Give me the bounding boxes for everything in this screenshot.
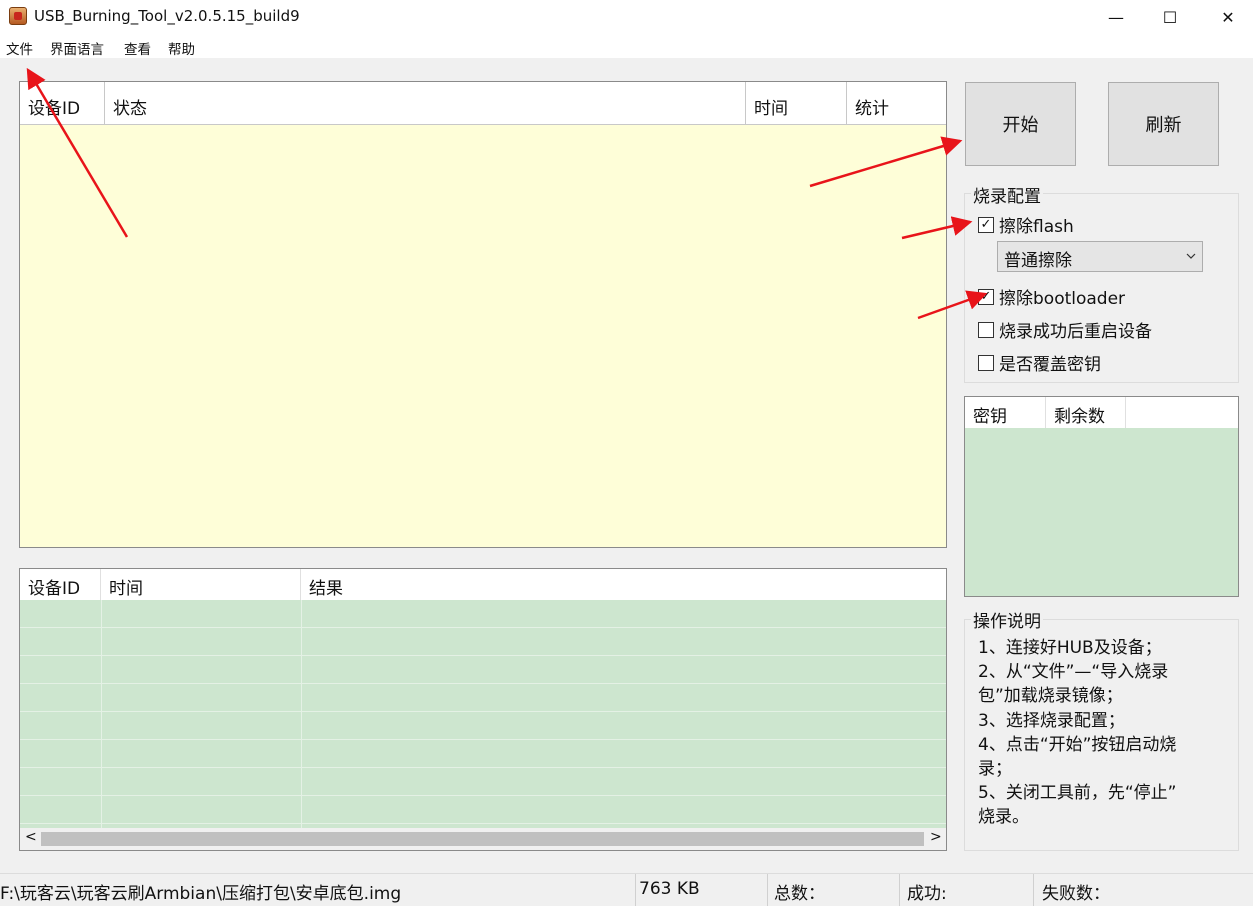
horizontal-scrollbar[interactable]: < > bbox=[20, 828, 946, 850]
burn-config-title: 烧录配置 bbox=[971, 182, 1043, 207]
reboot-after-label: 烧录成功后重启设备 bbox=[999, 322, 1152, 342]
result-header-device-id[interactable]: 设备ID bbox=[20, 569, 101, 600]
table-row bbox=[20, 795, 946, 796]
instruction-line: 包”加载烧录镜像； bbox=[978, 686, 1123, 707]
menu-bar: 文件 界面语言 查看 帮助 bbox=[0, 34, 1253, 58]
overwrite-key-label: 是否覆盖密钥 bbox=[999, 355, 1101, 375]
instruction-line: 3、选择烧录配置； bbox=[978, 710, 1125, 731]
table-row bbox=[20, 655, 946, 656]
overwrite-key-option[interactable]: 是否覆盖密钥 bbox=[978, 350, 1101, 375]
col-header-stats[interactable]: 统计 bbox=[847, 82, 946, 125]
table-row bbox=[20, 739, 946, 740]
menu-file[interactable]: 文件 bbox=[6, 38, 33, 58]
table-row bbox=[20, 627, 946, 628]
status-image-size: 763 KB bbox=[636, 874, 768, 906]
table-row bbox=[20, 823, 946, 824]
status-failed: 失败数： bbox=[1042, 884, 1110, 904]
erase-bootloader-label: 擦除bootloader bbox=[999, 289, 1126, 309]
menu-view[interactable]: 查看 bbox=[124, 38, 151, 58]
close-button[interactable]: ✕ bbox=[1205, 0, 1251, 34]
key-header-remaining[interactable]: 剩余数 bbox=[1046, 397, 1126, 428]
scrollbar-thumb[interactable] bbox=[41, 832, 924, 846]
title-bar: USB_Burning_Tool_v2.0.5.15_build9 — ☐ ✕ bbox=[0, 0, 1253, 34]
app-icon bbox=[9, 7, 27, 25]
window-title: USB_Burning_Tool_v2.0.5.15_build9 bbox=[34, 7, 300, 25]
col-header-status[interactable]: 状态 bbox=[105, 82, 746, 125]
result-list[interactable]: 设备ID 时间 结果 < > bbox=[19, 568, 947, 851]
reboot-after-option[interactable]: 烧录成功后重启设备 bbox=[978, 317, 1152, 342]
instruction-line: 烧录。 bbox=[978, 807, 1029, 828]
scroll-left-arrow[interactable]: < bbox=[25, 829, 37, 845]
device-list[interactable]: 设备ID 状态 时间 统计 bbox=[19, 81, 947, 548]
overwrite-key-checkbox[interactable] bbox=[978, 354, 994, 371]
instruction-line: 5、关闭工具前，先“停止” bbox=[978, 783, 1177, 804]
status-bar: F:\玩客云\玩客云刷Armbian\压缩打包\安卓底包.img 763 KB … bbox=[0, 873, 1253, 906]
instruction-line: 录； bbox=[978, 759, 1012, 780]
reboot-after-checkbox[interactable] bbox=[978, 321, 994, 338]
result-header-time[interactable]: 时间 bbox=[101, 569, 301, 600]
refresh-button[interactable]: 刷新 bbox=[1108, 82, 1219, 166]
erase-bootloader-checkbox[interactable]: ✓ bbox=[978, 288, 994, 305]
menu-language[interactable]: 界面语言 bbox=[50, 38, 104, 58]
status-image-path: F:\玩客云\玩客云刷Armbian\压缩打包\安卓底包.img bbox=[0, 874, 636, 906]
col-header-time[interactable]: 时间 bbox=[746, 82, 847, 125]
chevron-down-icon bbox=[1186, 253, 1196, 259]
erase-flash-option[interactable]: ✓ 擦除flash bbox=[978, 212, 1074, 237]
scroll-right-arrow[interactable]: > bbox=[930, 829, 942, 845]
start-button[interactable]: 开始 bbox=[965, 82, 1076, 166]
instructions-title: 操作说明 bbox=[971, 607, 1043, 632]
erase-flash-checkbox[interactable]: ✓ bbox=[978, 216, 994, 233]
instructions-text: 1、连接好HUB及设备； 2、从“文件”—“导入烧录 包”加载烧录镜像； 3、选… bbox=[978, 636, 1228, 830]
erase-bootloader-option[interactable]: ✓ 擦除bootloader bbox=[978, 284, 1125, 309]
instruction-line: 4、点击“开始”按钮启动烧 bbox=[978, 734, 1177, 755]
menu-help[interactable]: 帮助 bbox=[168, 38, 195, 58]
key-header-blank bbox=[1126, 397, 1238, 428]
erase-flash-label: 擦除flash bbox=[999, 217, 1074, 237]
status-success: 成功: bbox=[900, 874, 1034, 906]
col-header-device-id[interactable]: 设备ID bbox=[20, 82, 105, 125]
instruction-line: 2、从“文件”—“导入烧录 bbox=[978, 662, 1169, 683]
result-header-result[interactable]: 结果 bbox=[301, 569, 946, 600]
table-row bbox=[20, 767, 946, 768]
table-row bbox=[20, 683, 946, 684]
table-row bbox=[20, 711, 946, 712]
minimize-button[interactable]: — bbox=[1093, 0, 1139, 34]
key-list[interactable]: 密钥 剩余数 bbox=[964, 396, 1239, 597]
erase-mode-value: 普通擦除 bbox=[1004, 251, 1072, 271]
key-header-key[interactable]: 密钥 bbox=[965, 397, 1046, 428]
erase-mode-select[interactable]: 普通擦除 bbox=[997, 241, 1203, 272]
maximize-button[interactable]: ☐ bbox=[1147, 0, 1193, 34]
status-total: 总数： bbox=[768, 874, 900, 906]
instruction-line: 1、连接好HUB及设备； bbox=[978, 638, 1162, 658]
